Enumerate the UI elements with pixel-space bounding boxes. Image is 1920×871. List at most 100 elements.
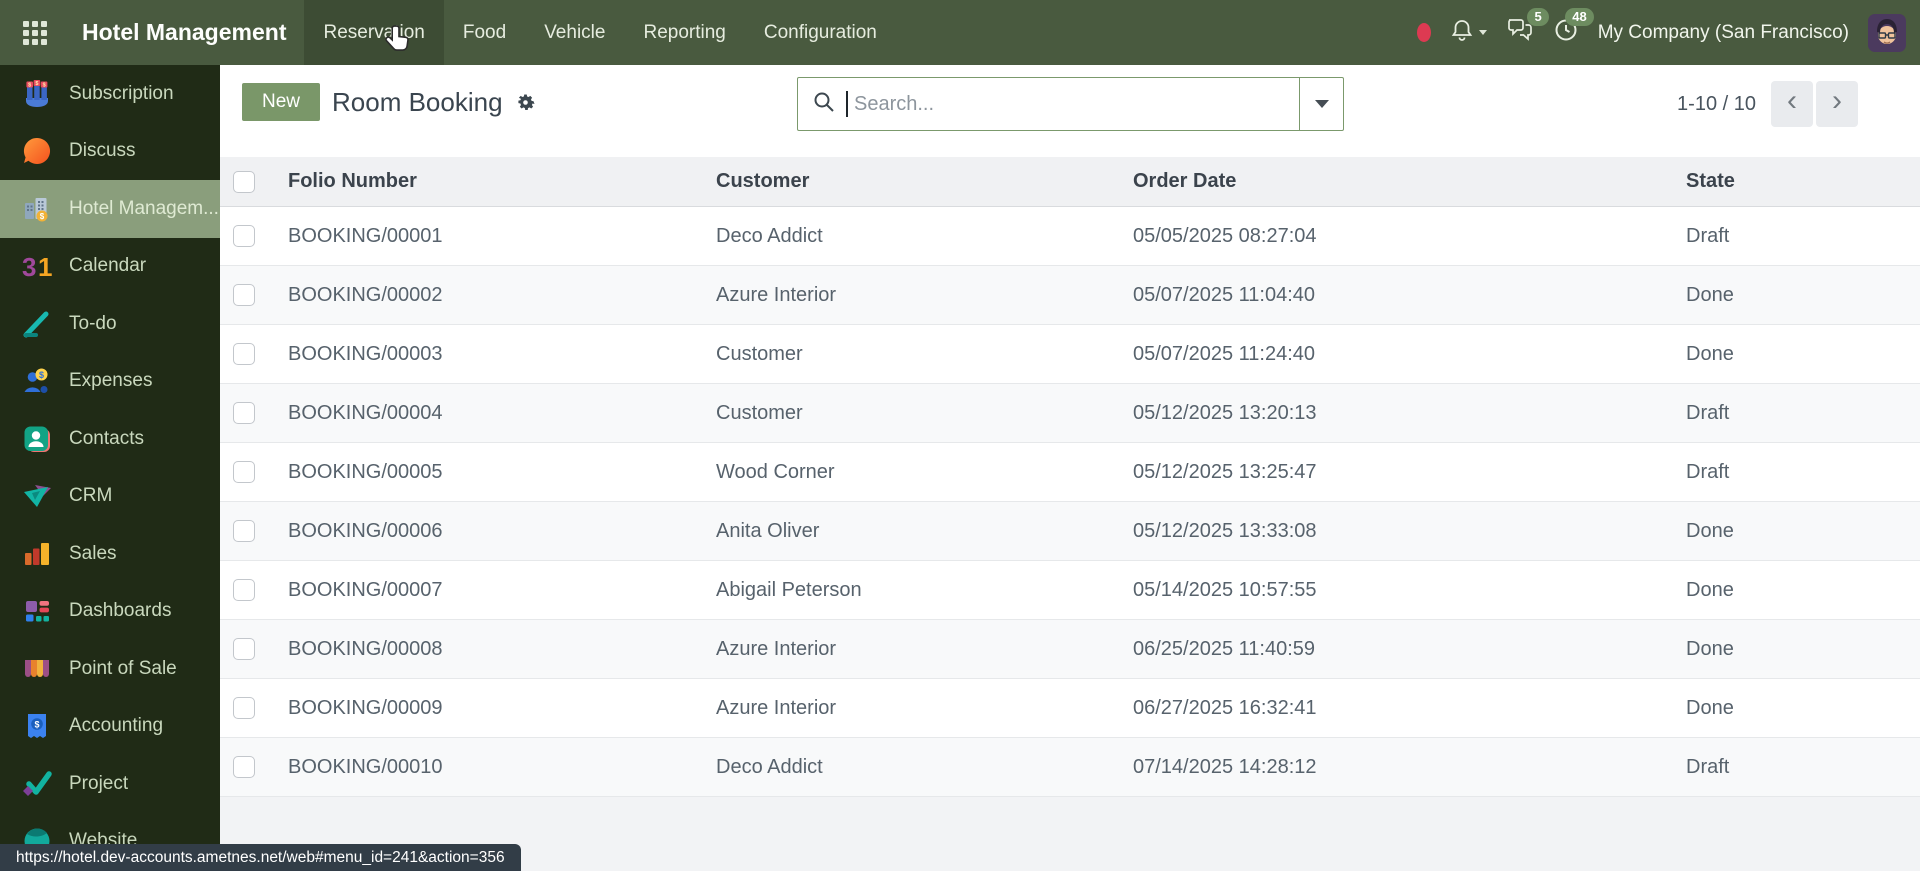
sidebar-item-crm[interactable]: CRM <box>0 468 220 526</box>
cell-customer: Deco Addict <box>716 755 823 778</box>
table-row[interactable]: BOOKING/00010 Deco Addict 07/14/2025 14:… <box>220 738 1920 797</box>
menu-item-reservation[interactable]: Reservation <box>304 0 444 65</box>
sidebar-item-label: Discuss <box>69 140 136 162</box>
sidebar-item-expenses[interactable]: $ Expenses <box>0 353 220 411</box>
sidebar-item-project[interactable]: Project <box>0 755 220 813</box>
svg-text:$: $ <box>28 82 31 88</box>
todo-icon <box>20 307 54 341</box>
notifications-bell-button[interactable] <box>1450 18 1487 47</box>
cell-customer: Deco Addict <box>716 224 823 247</box>
pager-previous-button[interactable]: ‹ <box>1771 81 1813 127</box>
column-header-state[interactable]: State <box>1666 170 1920 193</box>
bell-icon <box>1450 18 1474 47</box>
sidebar-item-dashboards[interactable]: Dashboards <box>0 583 220 641</box>
new-button[interactable]: New <box>242 83 321 121</box>
cell-customer: Anita Oliver <box>716 519 820 542</box>
cell-order-date: 05/07/2025 11:04:40 <box>1133 283 1316 306</box>
gear-icon[interactable] <box>514 91 537 114</box>
cell-order-date: 05/07/2025 11:24:40 <box>1133 342 1316 365</box>
column-header-folio-number[interactable]: Folio Number <box>268 170 696 193</box>
sidebar-item-label: Subscription <box>69 82 174 104</box>
company-switcher[interactable]: My Company (San Francisco) <box>1598 22 1849 44</box>
search-icon <box>812 90 836 119</box>
sidebar-item-calendar[interactable]: 31 Calendar <box>0 238 220 296</box>
row-checkbox[interactable] <box>233 402 255 424</box>
menu-item-reporting[interactable]: Reporting <box>624 0 744 65</box>
menu-item-food[interactable]: Food <box>444 0 525 65</box>
table-row[interactable]: BOOKING/00008 Azure Interior 06/25/2025 … <box>220 620 1920 679</box>
sidebar-item-accounting[interactable]: $ Accounting <box>0 698 220 756</box>
menu-item-vehicle[interactable]: Vehicle <box>525 0 624 65</box>
row-checkbox[interactable] <box>233 697 255 719</box>
activities-button[interactable]: 48 <box>1553 8 1594 48</box>
messages-button[interactable]: 5 <box>1506 8 1549 48</box>
search-main <box>798 78 1299 130</box>
svg-text:3: 3 <box>22 252 36 282</box>
row-checkbox[interactable] <box>233 284 255 306</box>
cell-customer: Wood Corner <box>716 460 835 483</box>
crm-icon <box>20 479 54 513</box>
user-avatar[interactable] <box>1868 13 1906 52</box>
sidebar-item-to-do[interactable]: To-do <box>0 295 220 353</box>
row-checkbox[interactable] <box>233 520 255 542</box>
main-content: New Room Booking 1-10 / 10 ‹ › <box>220 65 1920 871</box>
app-brand-title[interactable]: Hotel Management <box>82 19 286 46</box>
row-checkbox[interactable] <box>233 638 255 660</box>
table-row[interactable]: BOOKING/00009 Azure Interior 06/27/2025 … <box>220 679 1920 738</box>
cell-folio-number: BOOKING/00005 <box>288 460 443 483</box>
table-row[interactable]: BOOKING/00006 Anita Oliver 05/12/2025 13… <box>220 502 1920 561</box>
column-header-order-date[interactable]: Order Date <box>1113 170 1666 193</box>
point-of-sale-icon <box>20 652 54 686</box>
cell-folio-number: BOOKING/00009 <box>288 696 443 719</box>
activities-count-badge: 48 <box>1565 8 1594 27</box>
control-panel: New Room Booking 1-10 / 10 ‹ › <box>220 65 1920 157</box>
row-checkbox[interactable] <box>233 343 255 365</box>
dashboards-icon <box>20 594 54 628</box>
contacts-icon <box>20 422 54 456</box>
table-row[interactable]: BOOKING/00007 Abigail Peterson 05/14/202… <box>220 561 1920 620</box>
cell-folio-number: BOOKING/00004 <box>288 401 443 424</box>
sidebar-item-subscription[interactable]: $ $ $ Subscription <box>0 65 220 123</box>
svg-text:$: $ <box>34 720 39 730</box>
sidebar-item-hotel-managem[interactable]: $ Hotel Managem... <box>0 180 220 238</box>
cell-state: Done <box>1686 637 1734 660</box>
sidebar-item-sales[interactable]: Sales <box>0 525 220 583</box>
sidebar-item-label: Contacts <box>69 427 144 449</box>
select-all-checkbox[interactable] <box>233 170 255 193</box>
table-row[interactable]: BOOKING/00001 Deco Addict 05/05/2025 08:… <box>220 207 1920 266</box>
pager-next-button[interactable]: › <box>1816 81 1858 127</box>
cell-customer: Customer <box>716 342 803 365</box>
sidebar-item-label: Point of Sale <box>69 657 177 679</box>
discuss-icon <box>20 134 54 168</box>
expenses-icon: $ <box>20 364 54 398</box>
sidebar-item-point-of-sale[interactable]: Point of Sale <box>0 640 220 698</box>
chevron-down-icon <box>1478 30 1487 35</box>
table-row[interactable]: BOOKING/00003 Customer 05/07/2025 11:24:… <box>220 325 1920 384</box>
table-row[interactable]: BOOKING/00002 Azure Interior 05/07/2025 … <box>220 266 1920 325</box>
menu-item-configuration[interactable]: Configuration <box>745 0 896 65</box>
search-input[interactable] <box>848 92 1299 116</box>
menu-item-label: Configuration <box>763 21 877 43</box>
sidebar-item-label: Project <box>69 772 129 794</box>
menu-item-label: Vehicle <box>544 21 606 43</box>
chevron-left-icon: ‹ <box>1787 84 1797 117</box>
sidebar-item-label: Accounting <box>69 715 164 737</box>
column-header-customer[interactable]: Customer <box>696 170 1113 193</box>
table-row[interactable]: BOOKING/00005 Wood Corner 05/12/2025 13:… <box>220 443 1920 502</box>
cell-order-date: 05/14/2025 10:57:55 <box>1133 578 1317 601</box>
sidebar-item-label: Sales <box>69 542 117 564</box>
cell-customer: Azure Interior <box>716 696 837 719</box>
row-checkbox[interactable] <box>233 461 255 483</box>
bookings-list: Folio Number Customer Order Date State B… <box>220 157 1920 871</box>
row-checkbox[interactable] <box>233 225 255 247</box>
sidebar-item-contacts[interactable]: Contacts <box>0 410 220 468</box>
cell-order-date: 06/25/2025 11:40:59 <box>1133 637 1316 660</box>
table-row[interactable]: BOOKING/00004 Customer 05/12/2025 13:20:… <box>220 384 1920 443</box>
systray: 5 48 My Company (San Francisco) <box>1416 8 1906 52</box>
row-checkbox[interactable] <box>233 579 255 601</box>
row-checkbox[interactable] <box>233 756 255 778</box>
cell-state: Draft <box>1686 401 1730 424</box>
apps-grid-icon[interactable] <box>22 20 48 46</box>
search-dropdown-toggle[interactable] <box>1299 78 1343 130</box>
sidebar-item-discuss[interactable]: Discuss <box>0 123 220 181</box>
